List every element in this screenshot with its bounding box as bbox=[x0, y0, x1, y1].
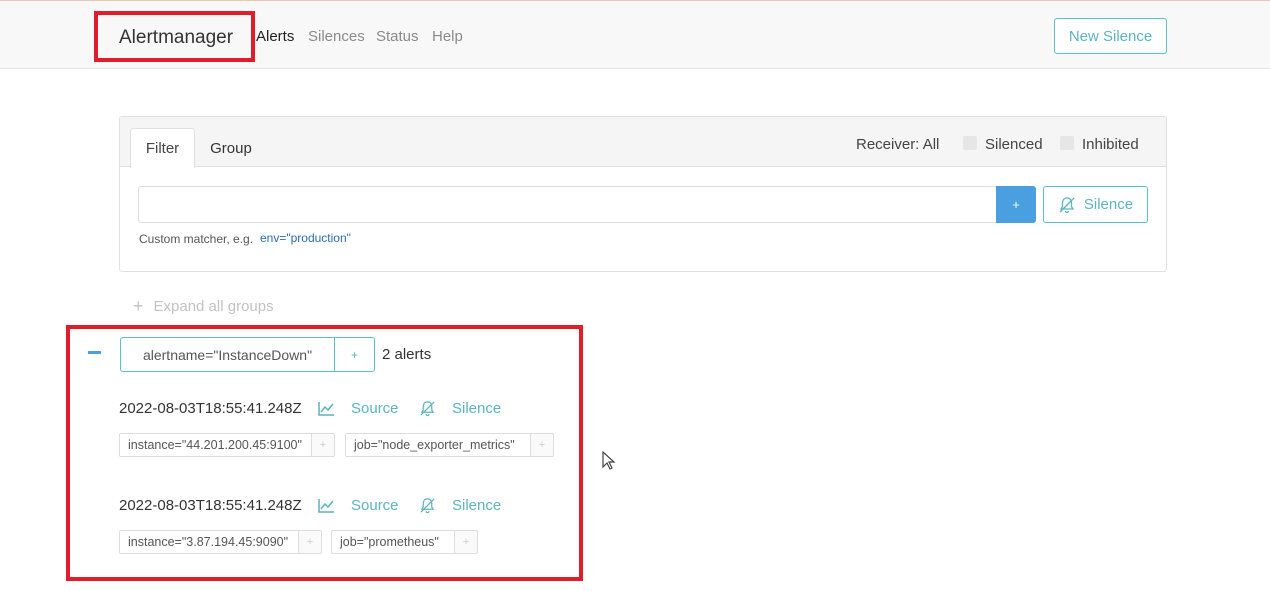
group-alert-count: 2 alerts bbox=[382, 346, 432, 363]
mouse-cursor-icon bbox=[602, 450, 616, 476]
silence-button-label: Silence bbox=[1083, 196, 1134, 213]
filter-card: Filter Group Receiver: All Silenced Inhi… bbox=[119, 116, 1167, 272]
minus-icon[interactable] bbox=[88, 351, 101, 354]
label-add-button[interactable]: + bbox=[299, 530, 322, 554]
group-label[interactable]: alertname="InstanceDown" bbox=[120, 337, 335, 372]
label-job[interactable]: job="prometheus" bbox=[331, 530, 455, 554]
nav-alerts[interactable]: Alerts bbox=[256, 28, 294, 45]
plus-icon: + bbox=[133, 296, 144, 316]
source-label: Source bbox=[351, 400, 399, 417]
silence-label: Silence bbox=[452, 400, 502, 417]
alert-timestamp: 2022-08-03T18:55:41.248Z bbox=[119, 400, 302, 417]
new-silence-button[interactable]: New Silence bbox=[1054, 18, 1167, 54]
bell-slash-icon bbox=[1058, 196, 1076, 214]
bell-slash-icon bbox=[419, 400, 444, 417]
inhibited-checkbox[interactable] bbox=[1060, 136, 1074, 150]
silenced-label: Silenced bbox=[985, 136, 1043, 153]
add-filter-button[interactable]: + bbox=[996, 186, 1036, 223]
chart-line-icon bbox=[318, 498, 343, 513]
nav-silences[interactable]: Silences bbox=[308, 28, 365, 45]
bell-slash-icon bbox=[419, 497, 444, 514]
brand-title[interactable]: Alertmanager bbox=[119, 27, 233, 49]
expand-all-label: Expand all groups bbox=[153, 298, 274, 315]
silence-alert-link[interactable]: Silence bbox=[419, 400, 501, 417]
filter-input[interactable] bbox=[138, 186, 996, 223]
chart-line-icon bbox=[318, 401, 343, 416]
label-add-button[interactable]: + bbox=[531, 433, 554, 457]
source-link[interactable]: Source bbox=[318, 400, 399, 417]
group-add-filter-button[interactable]: + bbox=[334, 337, 375, 372]
label-job[interactable]: job="node_exporter_metrics" bbox=[345, 433, 531, 457]
top-navbar: Alertmanager Alerts Silences Status Help… bbox=[0, 0, 1270, 69]
label-instance[interactable]: instance="44.201.200.45:9100" bbox=[119, 433, 312, 457]
silence-label: Silence bbox=[452, 497, 502, 514]
filter-card-header: Filter Group Receiver: All Silenced Inhi… bbox=[120, 117, 1166, 168]
tab-filter[interactable]: Filter bbox=[130, 128, 195, 168]
expand-all-groups[interactable]: + Expand all groups bbox=[133, 295, 274, 316]
silenced-checkbox[interactable] bbox=[963, 136, 977, 150]
silence-alert-link[interactable]: Silence bbox=[419, 497, 501, 514]
source-label: Source bbox=[351, 497, 399, 514]
inhibited-label: Inhibited bbox=[1082, 136, 1139, 153]
nav-status[interactable]: Status bbox=[376, 28, 419, 45]
matcher-hint: Custom matcher, e.g. bbox=[139, 232, 254, 246]
alert-timestamp: 2022-08-03T18:55:41.248Z bbox=[119, 497, 302, 514]
receiver-selector[interactable]: Receiver: All bbox=[856, 136, 939, 153]
tab-group[interactable]: Group bbox=[200, 128, 262, 168]
source-link[interactable]: Source bbox=[318, 497, 399, 514]
silence-filter-button[interactable]: Silence bbox=[1043, 186, 1148, 223]
matcher-hint-example[interactable]: env="production" bbox=[260, 231, 351, 245]
label-add-button[interactable]: + bbox=[455, 530, 478, 554]
nav-help[interactable]: Help bbox=[432, 28, 463, 45]
label-add-button[interactable]: + bbox=[312, 433, 335, 457]
label-instance[interactable]: instance="3.87.194.45:9090" bbox=[119, 530, 299, 554]
